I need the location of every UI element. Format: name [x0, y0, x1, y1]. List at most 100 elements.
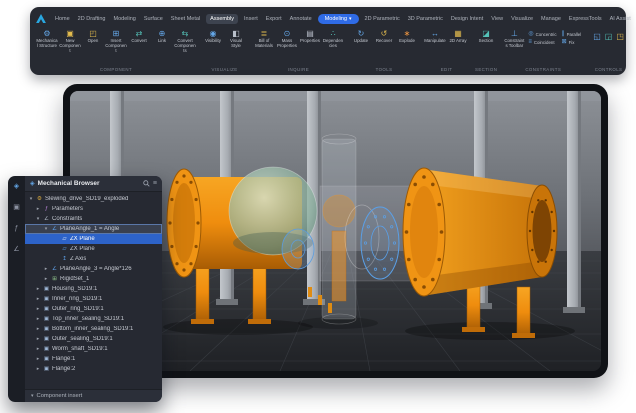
recover-button[interactable]: ↺ Recover: [373, 28, 395, 44]
expander-icon[interactable]: ▸: [35, 286, 41, 292]
controls-button-2[interactable]: ◲: [605, 32, 613, 41]
fix-button[interactable]: ⊠ Fix: [562, 39, 582, 45]
visibility-button[interactable]: ◉ Visibility: [202, 28, 224, 44]
convert-button[interactable]: ⇄ Convert: [128, 28, 150, 44]
button-label: Link: [158, 39, 166, 44]
constraints-strip-icon[interactable]: ∠: [13, 246, 19, 254]
new-component-button[interactable]: ▣ New Component: [59, 28, 81, 54]
tree-row-bottom-inner-sealing[interactable]: ▸ ▣ Bottom_inner_sealing_SD19:1: [25, 324, 162, 334]
expander-icon[interactable]: ▸: [43, 276, 49, 282]
plane-icon: ▱: [61, 246, 68, 252]
tree-row-planeangle-1[interactable]: ▾ ∠ PlaneAngle_1 = Angle: [25, 224, 162, 234]
explode-button[interactable]: ∗ Explode: [396, 28, 418, 44]
tree-row-root[interactable]: ▾ ⚙ Slewing_drive_SD19_exploded: [25, 194, 162, 204]
tree-row-zx-plane-1[interactable]: ▱ ZX Plane: [25, 234, 162, 244]
tab-visualize[interactable]: Visualize: [509, 14, 535, 24]
tab-annotate[interactable]: Annotate: [288, 14, 314, 24]
expander-icon[interactable]: ▸: [35, 336, 41, 342]
group-label-inquire: INQUIRE: [253, 65, 344, 72]
expander-icon[interactable]: ▸: [35, 346, 41, 352]
tree-row-inner-ring[interactable]: ▸ ▣ Inner_ring_SD19:1: [25, 294, 162, 304]
tab-sheet-metal[interactable]: Sheet Metal: [169, 14, 202, 24]
convert-icon: ⇄: [136, 29, 143, 38]
tab-ai-assist[interactable]: AI Assist: [608, 14, 633, 24]
controls-button-1[interactable]: ◱: [593, 32, 601, 41]
section-button[interactable]: ◪ Section: [475, 28, 497, 44]
bill-of-materials-button[interactable]: ≣ Bill of Materials: [253, 28, 275, 49]
tree-row-z-axis[interactable]: ↥ Z Axis: [25, 254, 162, 264]
expander-icon[interactable]: ▾: [28, 196, 34, 202]
workspace-switcher[interactable]: Modeling ▾: [318, 14, 359, 24]
tree-row-constraints[interactable]: ▾ ∠ Constraints: [25, 214, 162, 224]
tab-insert[interactable]: Insert: [242, 14, 260, 24]
mechanical-browser-body: ◈ Mechanical Browser ≡ ▾ ⚙ Slewing_drive…: [25, 176, 162, 402]
mechanical-browser-strip-icon[interactable]: ◈: [14, 183, 19, 191]
tree-label: Outer_sealing_SD19:1: [52, 336, 113, 342]
expander-icon[interactable]: ▸: [35, 326, 41, 332]
coincident-icon: ≡: [528, 39, 532, 45]
tree-row-rigidset[interactable]: ▸ ⊞ RigidSet_1: [25, 274, 162, 284]
tree-row-flange-1[interactable]: ▸ ▣ Flange:1: [25, 354, 162, 364]
expander-icon[interactable]: ▾: [43, 226, 49, 232]
open-icon: ◰: [89, 29, 97, 38]
expander-icon[interactable]: ▸: [35, 356, 41, 362]
convert-components-button[interactable]: ⇆ Convert Components: [174, 28, 196, 54]
tab-3d-parametric[interactable]: 3D Parametric: [406, 14, 445, 24]
mechanical-structure-button[interactable]: ⚙ Mechanical Structure: [36, 28, 58, 49]
concentric-button[interactable]: ◎ Concentric: [528, 31, 556, 37]
tree-row-planeangle-3[interactable]: ▸ ∠ PlaneAngle_3 = Angle*126: [25, 264, 162, 274]
update-button[interactable]: ↻ Update: [350, 28, 372, 44]
dependencies-button[interactable]: ∴ Dependencies: [322, 28, 344, 49]
tab-manage[interactable]: Manage: [539, 14, 563, 24]
tab-2d-parametric[interactable]: 2D Parametric: [363, 14, 402, 24]
tree-label: Z Axis: [70, 256, 86, 262]
tree-label: Parameters: [52, 206, 83, 212]
expander-icon[interactable]: ▸: [35, 306, 41, 312]
controls-button-3[interactable]: ◳: [616, 32, 624, 41]
expander-icon[interactable]: ▸: [35, 296, 41, 302]
parallel-icon: ∥: [562, 31, 565, 37]
tab-home[interactable]: Home: [53, 14, 72, 24]
tree-row-outer-ring[interactable]: ▸ ▣ Outer_ring_SD19:1: [25, 304, 162, 314]
open-button[interactable]: ◰ Open: [82, 28, 104, 44]
tab-2d-drafting[interactable]: 2D Drafting: [76, 14, 108, 24]
properties-button[interactable]: ▤ Properties: [299, 28, 321, 44]
tree-row-housing[interactable]: ▸ ▣ Housing_SD19:1: [25, 284, 162, 294]
tab-assembly[interactable]: Assembly: [206, 14, 238, 24]
link-button[interactable]: ⊕ Link: [151, 28, 173, 44]
tree-label: Housing_SD19:1: [52, 286, 97, 292]
expander-icon[interactable]: ▾: [35, 216, 41, 222]
tree-row-top-inner-sealing[interactable]: ▸ ▣ Top_inner_sealing_SD19:1: [25, 314, 162, 324]
components-strip-icon[interactable]: ▣: [13, 204, 20, 212]
manipulate-button[interactable]: ↔ Manipulate: [424, 28, 446, 44]
array-button[interactable]: ▦ 2D Array: [447, 28, 469, 44]
tree-row-zx-plane-2[interactable]: ▱ ZX Plane: [25, 244, 162, 254]
visual-style-button[interactable]: ◧ Visual Style: [225, 28, 247, 49]
parallel-button[interactable]: ∥ Parallel: [562, 31, 582, 37]
mass-properties-button[interactable]: ⊙ Mass Properties: [276, 28, 298, 49]
menu-icon[interactable]: ≡: [153, 180, 157, 187]
expander-icon[interactable]: ▸: [35, 316, 41, 322]
insert-component-button[interactable]: ⊞ Insert Component: [105, 28, 127, 54]
tree-row-flange-2[interactable]: ▸ ▣ Flange:2: [25, 364, 162, 374]
tab-modeling[interactable]: Modeling: [112, 14, 138, 24]
parameters-strip-icon[interactable]: ƒ: [15, 225, 19, 233]
manipulate-icon: ↔: [431, 29, 439, 38]
constraints-toolbar-button[interactable]: ⊥ Constraints Toolbar: [503, 28, 525, 49]
tab-export[interactable]: Export: [264, 14, 284, 24]
tree-row-parameters[interactable]: ▸ ƒ Parameters: [25, 204, 162, 214]
coincident-button[interactable]: ≡ Coincident: [528, 39, 556, 45]
tab-expresstools[interactable]: ExpressTools: [567, 14, 604, 24]
component-insert-section[interactable]: ▾ Component insert: [25, 389, 162, 402]
tree-row-outer-sealing[interactable]: ▸ ▣ Outer_sealing_SD19:1: [25, 334, 162, 344]
constraints-icon: ∠: [43, 216, 50, 222]
expander-icon[interactable]: ▸: [35, 206, 41, 212]
tab-surface[interactable]: Surface: [142, 14, 165, 24]
expander-icon[interactable]: ▸: [43, 266, 49, 272]
tab-design-intent[interactable]: Design Intent: [449, 14, 485, 24]
tab-view[interactable]: View: [489, 14, 505, 24]
tree-row-worm-shaft[interactable]: ▸ ▣ Worm_shaft_SD19:1: [25, 344, 162, 354]
expander-icon[interactable]: ▸: [35, 366, 41, 372]
search-icon[interactable]: [143, 180, 150, 187]
button-label: Convert Components: [174, 39, 196, 54]
